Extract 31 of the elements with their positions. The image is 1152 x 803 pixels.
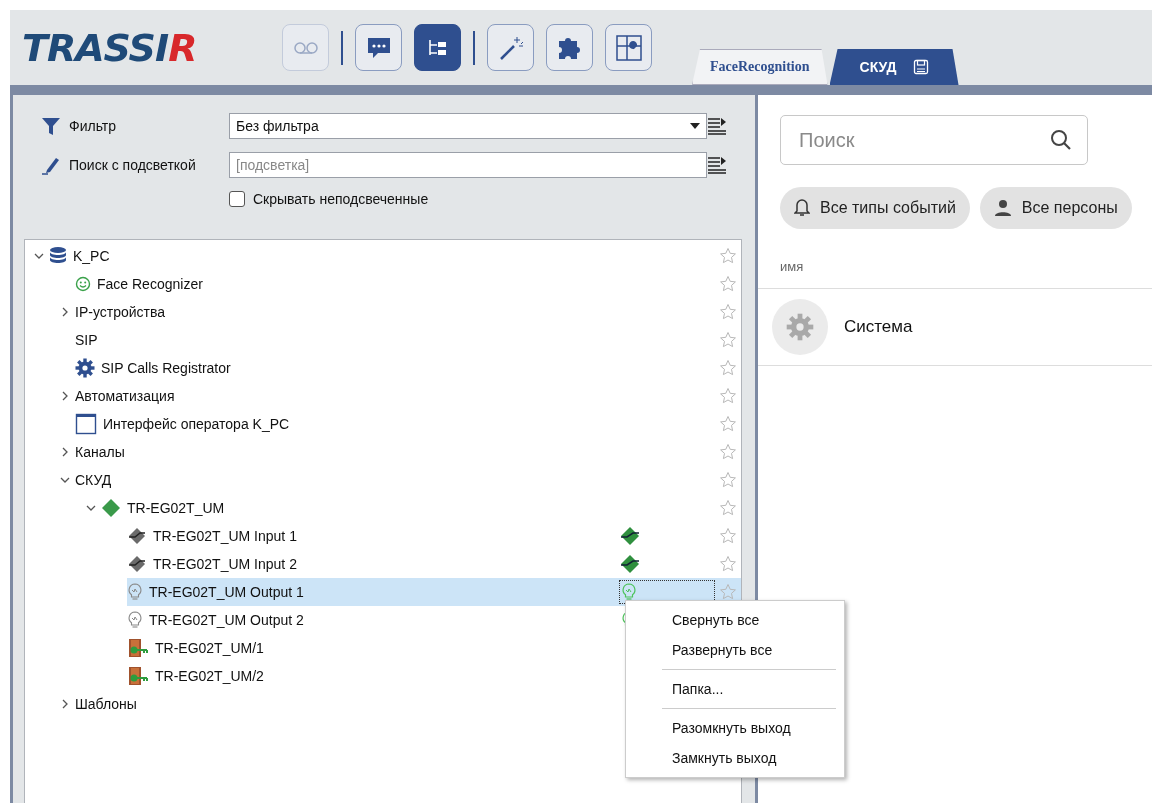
- tree-item[interactable]: TR-EG02T_UM Output 1: [127, 578, 741, 606]
- filter-chip[interactable]: Все типы событий: [780, 187, 970, 229]
- tab[interactable]: СКУД: [829, 49, 959, 85]
- tree-item[interactable]: TR-EG02T_UM Input 1: [127, 522, 741, 550]
- column-header: имя: [758, 259, 1152, 289]
- tree-item[interactable]: Каналы: [75, 438, 741, 466]
- search-label: Поиск с подсветкой: [69, 157, 196, 173]
- tree-item[interactable]: K_PC: [49, 242, 741, 270]
- tree-item[interactable]: Face Recognizer: [75, 270, 741, 298]
- tree-item[interactable]: IP-устройства: [75, 298, 741, 326]
- highlight-search-field[interactable]: [подсветка]: [229, 152, 707, 178]
- tree-item[interactable]: SIP: [75, 326, 741, 354]
- menu-item[interactable]: Развернуть все: [626, 635, 844, 665]
- logo: TRASSIR: [22, 25, 198, 70]
- menu-item[interactable]: Замкнуть выход: [626, 743, 844, 773]
- menu-item[interactable]: Разомкнуть выход: [626, 713, 844, 743]
- tree-item[interactable]: Автоматизация: [75, 382, 741, 410]
- tree-item[interactable]: Интерфейс оператора K_PC: [75, 410, 741, 438]
- menu-item[interactable]: Свернуть все: [626, 605, 844, 635]
- filter-dropdown[interactable]: Без фильтра: [229, 113, 707, 139]
- tree-item[interactable]: TR-EG02T_UM Input 2: [127, 550, 741, 578]
- tree-item[interactable]: SIP Calls Registrator: [75, 354, 741, 382]
- checkbox-label: Скрывать неподсвеченные: [253, 191, 429, 207]
- filter-label: Фильтр: [69, 118, 117, 134]
- filter-chip[interactable]: Все персоны: [979, 187, 1132, 229]
- tab[interactable]: FaceRecognition: [692, 49, 828, 85]
- menu-item[interactable]: Папка...: [626, 674, 844, 704]
- tree-item[interactable]: TR-EG02T_UM: [101, 494, 741, 522]
- tree-item[interactable]: СКУД: [75, 466, 741, 494]
- search-field[interactable]: Поиск: [780, 115, 1088, 165]
- list-row[interactable]: Система: [758, 289, 1152, 366]
